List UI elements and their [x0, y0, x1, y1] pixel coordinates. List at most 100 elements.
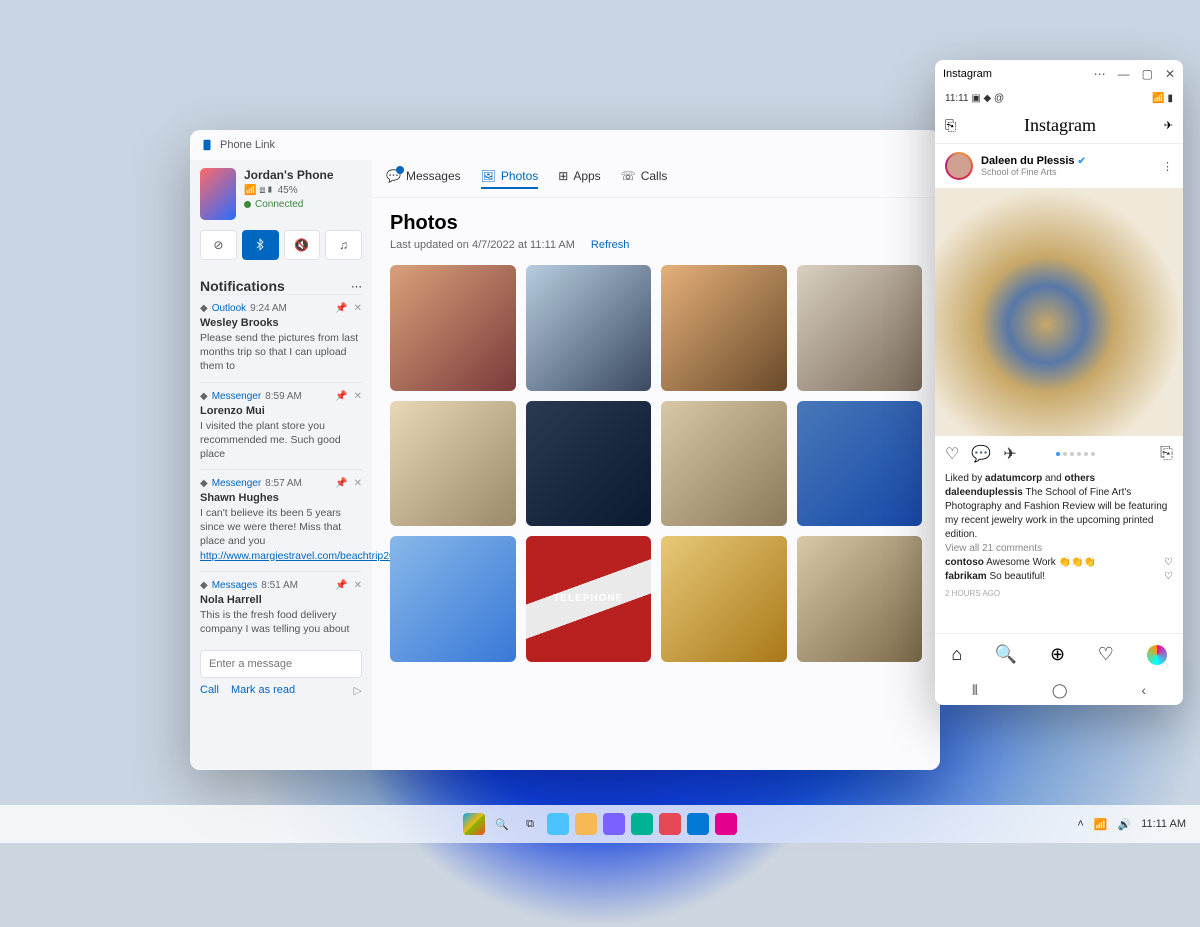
back-icon[interactable]: ‹: [1141, 682, 1146, 698]
tab-calls[interactable]: ☏Calls: [621, 169, 668, 189]
task-view-icon[interactable]: ⧉: [519, 813, 541, 835]
view-all-comments[interactable]: View all 21 comments: [945, 542, 1173, 556]
close-icon[interactable]: ✕: [354, 391, 362, 402]
recent-apps-icon[interactable]: ⦀: [972, 682, 978, 699]
tab-photos[interactable]: 🖼Photos: [481, 169, 539, 189]
post-subtitle: School of Fine Arts: [981, 167, 1086, 177]
device-status: Connected: [244, 199, 334, 210]
refresh-link[interactable]: Refresh: [591, 239, 630, 251]
taskbar-app[interactable]: [575, 813, 597, 835]
post-image[interactable]: [935, 188, 1183, 436]
photo-thumbnail[interactable]: [797, 536, 923, 662]
camera-icon[interactable]: ⎘: [945, 117, 956, 134]
photo-thumbnail[interactable]: [661, 265, 787, 391]
photo-thumbnail[interactable]: [390, 265, 516, 391]
pin-icon[interactable]: 📌: [335, 580, 347, 591]
tab-messages[interactable]: 💬Messages: [386, 169, 461, 189]
liked-by-user[interactable]: adatumcorp: [985, 473, 1042, 484]
like-comment-icon[interactable]: ♡: [1164, 556, 1173, 570]
volume-button[interactable]: 🔇: [284, 230, 321, 260]
photo-thumbnail[interactable]: [526, 265, 652, 391]
activity-icon[interactable]: ♡: [1098, 644, 1114, 665]
search-icon[interactable]: 🔍: [995, 644, 1017, 665]
taskbar-app[interactable]: [659, 813, 681, 835]
send-icon[interactable]: ▷: [354, 684, 362, 697]
photos-updated: Last updated on 4/7/2022 at 11:11 AM: [390, 239, 575, 251]
photo-thumbnail[interactable]: [797, 401, 923, 527]
close-icon[interactable]: ✕: [1165, 67, 1175, 81]
system-tray[interactable]: ˄ 📶 🔊 11:11 AM: [1077, 818, 1186, 831]
device-name: Jordan's Phone: [244, 168, 334, 182]
more-icon[interactable]: ⋯: [1094, 67, 1106, 81]
minimize-icon[interactable]: —: [1118, 67, 1130, 81]
maximize-icon[interactable]: ▢: [1142, 67, 1153, 81]
comment-icon[interactable]: 💬: [971, 444, 991, 464]
taskbar-app[interactable]: [547, 813, 569, 835]
post-user-row[interactable]: Daleen du Plessis✔ School of Fine Arts ⋮: [935, 144, 1183, 188]
like-comment-icon[interactable]: ♡: [1164, 570, 1173, 584]
post-more-icon[interactable]: ⋮: [1162, 160, 1173, 173]
tab-apps[interactable]: ⊞Apps: [558, 169, 600, 189]
photo-thumbnail[interactable]: TELEPHONE: [526, 536, 652, 662]
taskbar-app[interactable]: [687, 813, 709, 835]
send-icon[interactable]: ✈: [1164, 119, 1173, 132]
liked-by-others[interactable]: others: [1065, 473, 1096, 484]
close-icon[interactable]: ✕: [354, 580, 362, 591]
dnd-button[interactable]: ⊘: [200, 230, 237, 260]
instagram-window: Instagram ⋯ — ▢ ✕ 11:11 ▣ ◆ @ 📶 ▮ ⎘ Inst…: [935, 60, 1183, 705]
photo-thumbnail[interactable]: [390, 401, 516, 527]
call-link[interactable]: Call: [200, 684, 219, 697]
phone-link-sidebar: Jordan's Phone 📶 ⧈▮45% Connected ⊘ 🔇 ♫ N…: [190, 160, 372, 770]
tabs-bar: 💬Messages 🖼Photos ⊞Apps ☏Calls: [372, 160, 940, 198]
close-icon[interactable]: ✕: [354, 478, 362, 489]
phone-link-titlebar[interactable]: Phone Link: [190, 130, 940, 160]
taskbar-app[interactable]: [715, 813, 737, 835]
home-button-icon[interactable]: ◯: [1052, 682, 1068, 699]
photo-thumbnail[interactable]: [526, 401, 652, 527]
chevron-up-icon[interactable]: ˄: [1077, 818, 1083, 830]
photo-grid: TELEPHONE: [390, 265, 922, 662]
share-icon[interactable]: ✈: [1003, 444, 1016, 464]
taskbar-app[interactable]: [631, 813, 653, 835]
comment-text: So beautiful!: [987, 571, 1045, 582]
comment-user[interactable]: fabrikam: [945, 571, 987, 582]
notif-time: 8:51 AM: [261, 580, 298, 591]
comment-user[interactable]: contoso: [945, 557, 984, 568]
photo-thumbnail[interactable]: [797, 265, 923, 391]
mark-read-link[interactable]: Mark as read: [231, 684, 295, 697]
profile-icon[interactable]: [1147, 645, 1167, 665]
add-post-icon[interactable]: ⊕: [1050, 644, 1065, 665]
notification-item[interactable]: ◆Messages8:51 AM📌✕ Nola Harrell This is …: [200, 571, 362, 644]
bookmark-icon[interactable]: ⎘: [1160, 445, 1173, 463]
notif-time: 8:57 AM: [265, 478, 302, 489]
start-button[interactable]: [463, 813, 485, 835]
close-icon[interactable]: ✕: [354, 303, 362, 314]
pin-icon[interactable]: 📌: [335, 391, 347, 402]
notifications-more-icon[interactable]: ⋯: [351, 280, 362, 293]
notif-body: I can't believe its been 5 years since w…: [200, 506, 362, 563]
search-icon[interactable]: 🔍: [491, 813, 513, 835]
notification-item[interactable]: ◆Messenger8:57 AM📌✕ Shawn Hughes I can't…: [200, 469, 362, 571]
music-button[interactable]: ♫: [325, 230, 362, 260]
pin-icon[interactable]: 📌: [335, 303, 347, 314]
wifi-icon[interactable]: 📶: [1094, 818, 1108, 831]
notification-item[interactable]: ◆Outlook9:24 AM📌✕ Wesley Brooks Please s…: [200, 294, 362, 382]
message-input[interactable]: [200, 650, 362, 678]
notification-item[interactable]: ◆Messenger8:59 AM📌✕ Lorenzo Mui I visite…: [200, 382, 362, 470]
home-icon[interactable]: ⌂: [951, 644, 962, 665]
like-icon[interactable]: ♡: [945, 444, 959, 464]
taskbar[interactable]: 🔍 ⧉ ˄ 📶 🔊 11:11 AM: [0, 805, 1200, 843]
phone-status-bar: 11:11 ▣ ◆ @ 📶 ▮: [935, 88, 1183, 108]
photo-thumbnail[interactable]: [661, 536, 787, 662]
taskbar-app[interactable]: [603, 813, 625, 835]
clock[interactable]: 11:11 AM: [1141, 818, 1186, 830]
bluetooth-button[interactable]: [242, 230, 279, 260]
device-card[interactable]: Jordan's Phone 📶 ⧈▮45% Connected: [200, 168, 362, 220]
volume-icon[interactable]: 🔊: [1117, 818, 1131, 831]
caption-user[interactable]: daleenduplessis: [945, 487, 1023, 498]
telephone-label: TELEPHONE: [553, 593, 623, 604]
photo-thumbnail[interactable]: [390, 536, 516, 662]
photo-thumbnail[interactable]: [661, 401, 787, 527]
pin-icon[interactable]: 📌: [335, 478, 347, 489]
instagram-titlebar[interactable]: Instagram ⋯ — ▢ ✕: [935, 60, 1183, 88]
